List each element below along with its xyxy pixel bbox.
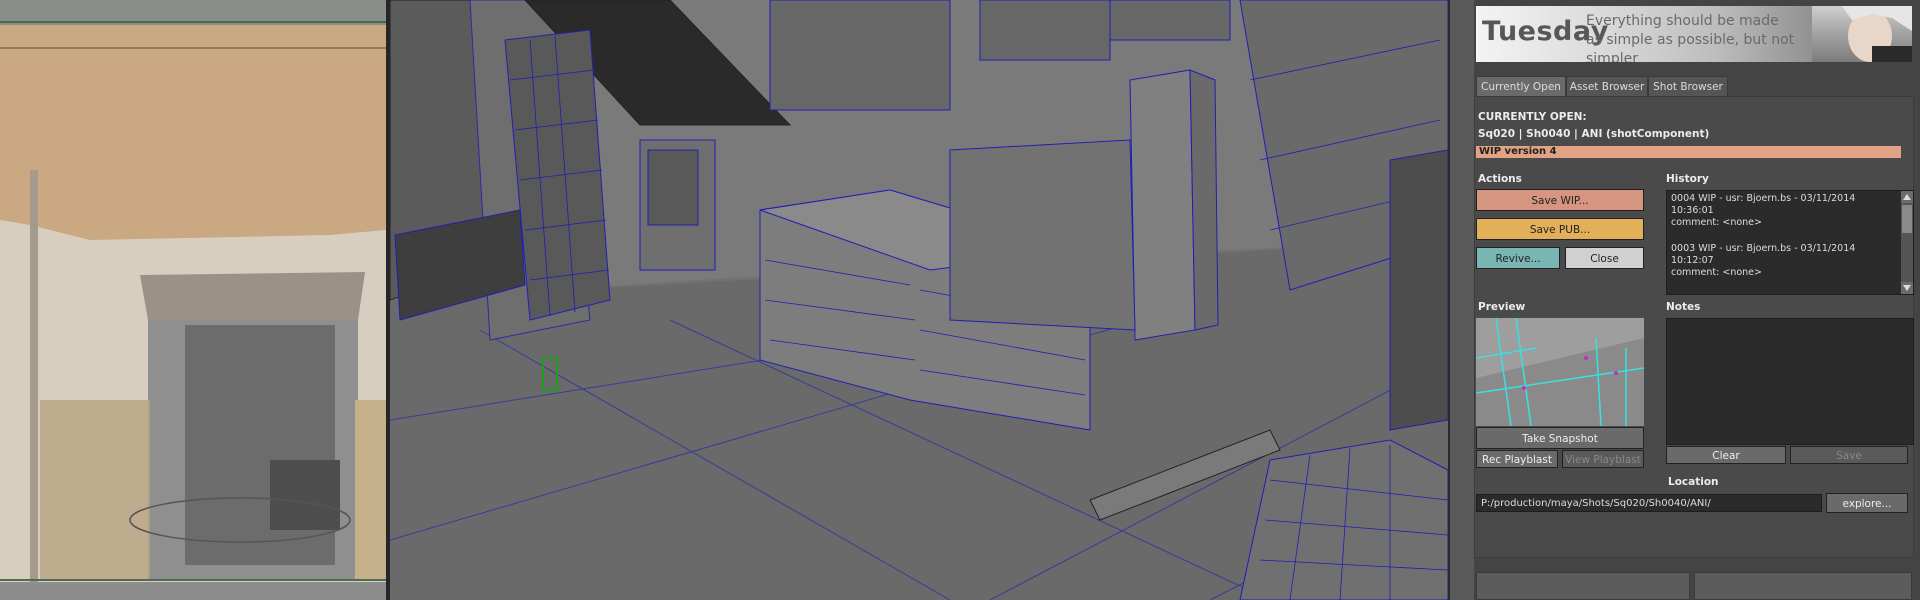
3d-viewport[interactable] <box>390 0 1448 600</box>
wireframe-scene[interactable] <box>390 0 1448 600</box>
notes-textarea[interactable] <box>1666 318 1914 445</box>
currently-open-heading: CURRENTLY OPEN: <box>1478 111 1587 123</box>
portrait-icon <box>1842 6 1912 62</box>
view-playblast-button[interactable]: View Playblast <box>1562 450 1644 468</box>
history-entry-comment: comment: <none> <box>1671 217 1762 228</box>
history-list[interactable]: 0004 WIP - usr: Bjoern.bs - 03/11/2014 1… <box>1666 190 1914 295</box>
rec-playblast-button[interactable]: Rec Playblast <box>1476 450 1558 468</box>
history-label: History <box>1666 173 1709 185</box>
banner-portrait-image <box>1812 6 1912 62</box>
tab-currently-open[interactable]: Currently Open <box>1476 76 1566 98</box>
save-pub-button[interactable]: Save PUB... <box>1476 218 1644 240</box>
actions-label: Actions <box>1478 173 1522 185</box>
history-entry[interactable]: 0003 WIP - usr: Bjoern.bs - 03/11/2014 1… <box>1667 241 1913 281</box>
wip-version-bar: WIP version 4 <box>1476 146 1901 158</box>
tool-banner: Tuesday Everything should be made as sim… <box>1476 6 1912 62</box>
explore-button[interactable]: explore... <box>1826 493 1908 513</box>
scroll-arrows-icon <box>1901 191 1913 294</box>
location-label: Location <box>1668 476 1719 488</box>
location-path-field[interactable]: P:/production/maya/Shots/Sq020/Sh0040/AN… <box>1476 494 1822 512</box>
take-snapshot-button[interactable]: Take Snapshot <box>1476 427 1644 449</box>
save-notes-button[interactable]: Save <box>1790 446 1908 464</box>
history-entry-title: 0004 WIP - usr: Bjoern.bs - 03/11/2014 <box>1671 193 1856 204</box>
preview-label: Preview <box>1478 301 1526 313</box>
history-entry[interactable]: 0004 WIP - usr: Bjoern.bs - 03/11/2014 1… <box>1667 191 1913 231</box>
close-button[interactable]: Close <box>1565 247 1644 269</box>
history-entry-time: 10:12:07 <box>1671 255 1714 266</box>
preview-image <box>1476 318 1644 426</box>
clear-notes-button[interactable]: Clear <box>1666 446 1786 464</box>
tab-asset-browser[interactable]: Asset Browser <box>1566 76 1648 98</box>
history-scrollbar[interactable] <box>1901 191 1913 294</box>
banner-tagline: Everything should be made as simple as p… <box>1586 13 1795 62</box>
reference-image-panel <box>0 0 390 600</box>
revive-button[interactable]: Revive... <box>1476 247 1560 269</box>
history-entry-time: 10:36:01 <box>1671 205 1714 216</box>
current-item-label: Sq020 | Sh0040 | ANI (shotComponent) <box>1478 128 1710 140</box>
history-entry-title: 0003 WIP - usr: Bjoern.bs - 03/11/2014 <box>1671 243 1856 254</box>
tab-shot-browser[interactable]: Shot Browser <box>1648 76 1728 98</box>
history-entry-comment: comment: <none> <box>1671 267 1762 278</box>
reference-photo <box>0 0 386 600</box>
bottom-button-left[interactable] <box>1476 572 1690 600</box>
preview-thumbnail <box>1476 318 1644 426</box>
notes-label: Notes <box>1666 301 1701 313</box>
save-wip-button[interactable]: Save WIP... <box>1476 189 1644 211</box>
bottom-button-right[interactable] <box>1694 572 1912 600</box>
